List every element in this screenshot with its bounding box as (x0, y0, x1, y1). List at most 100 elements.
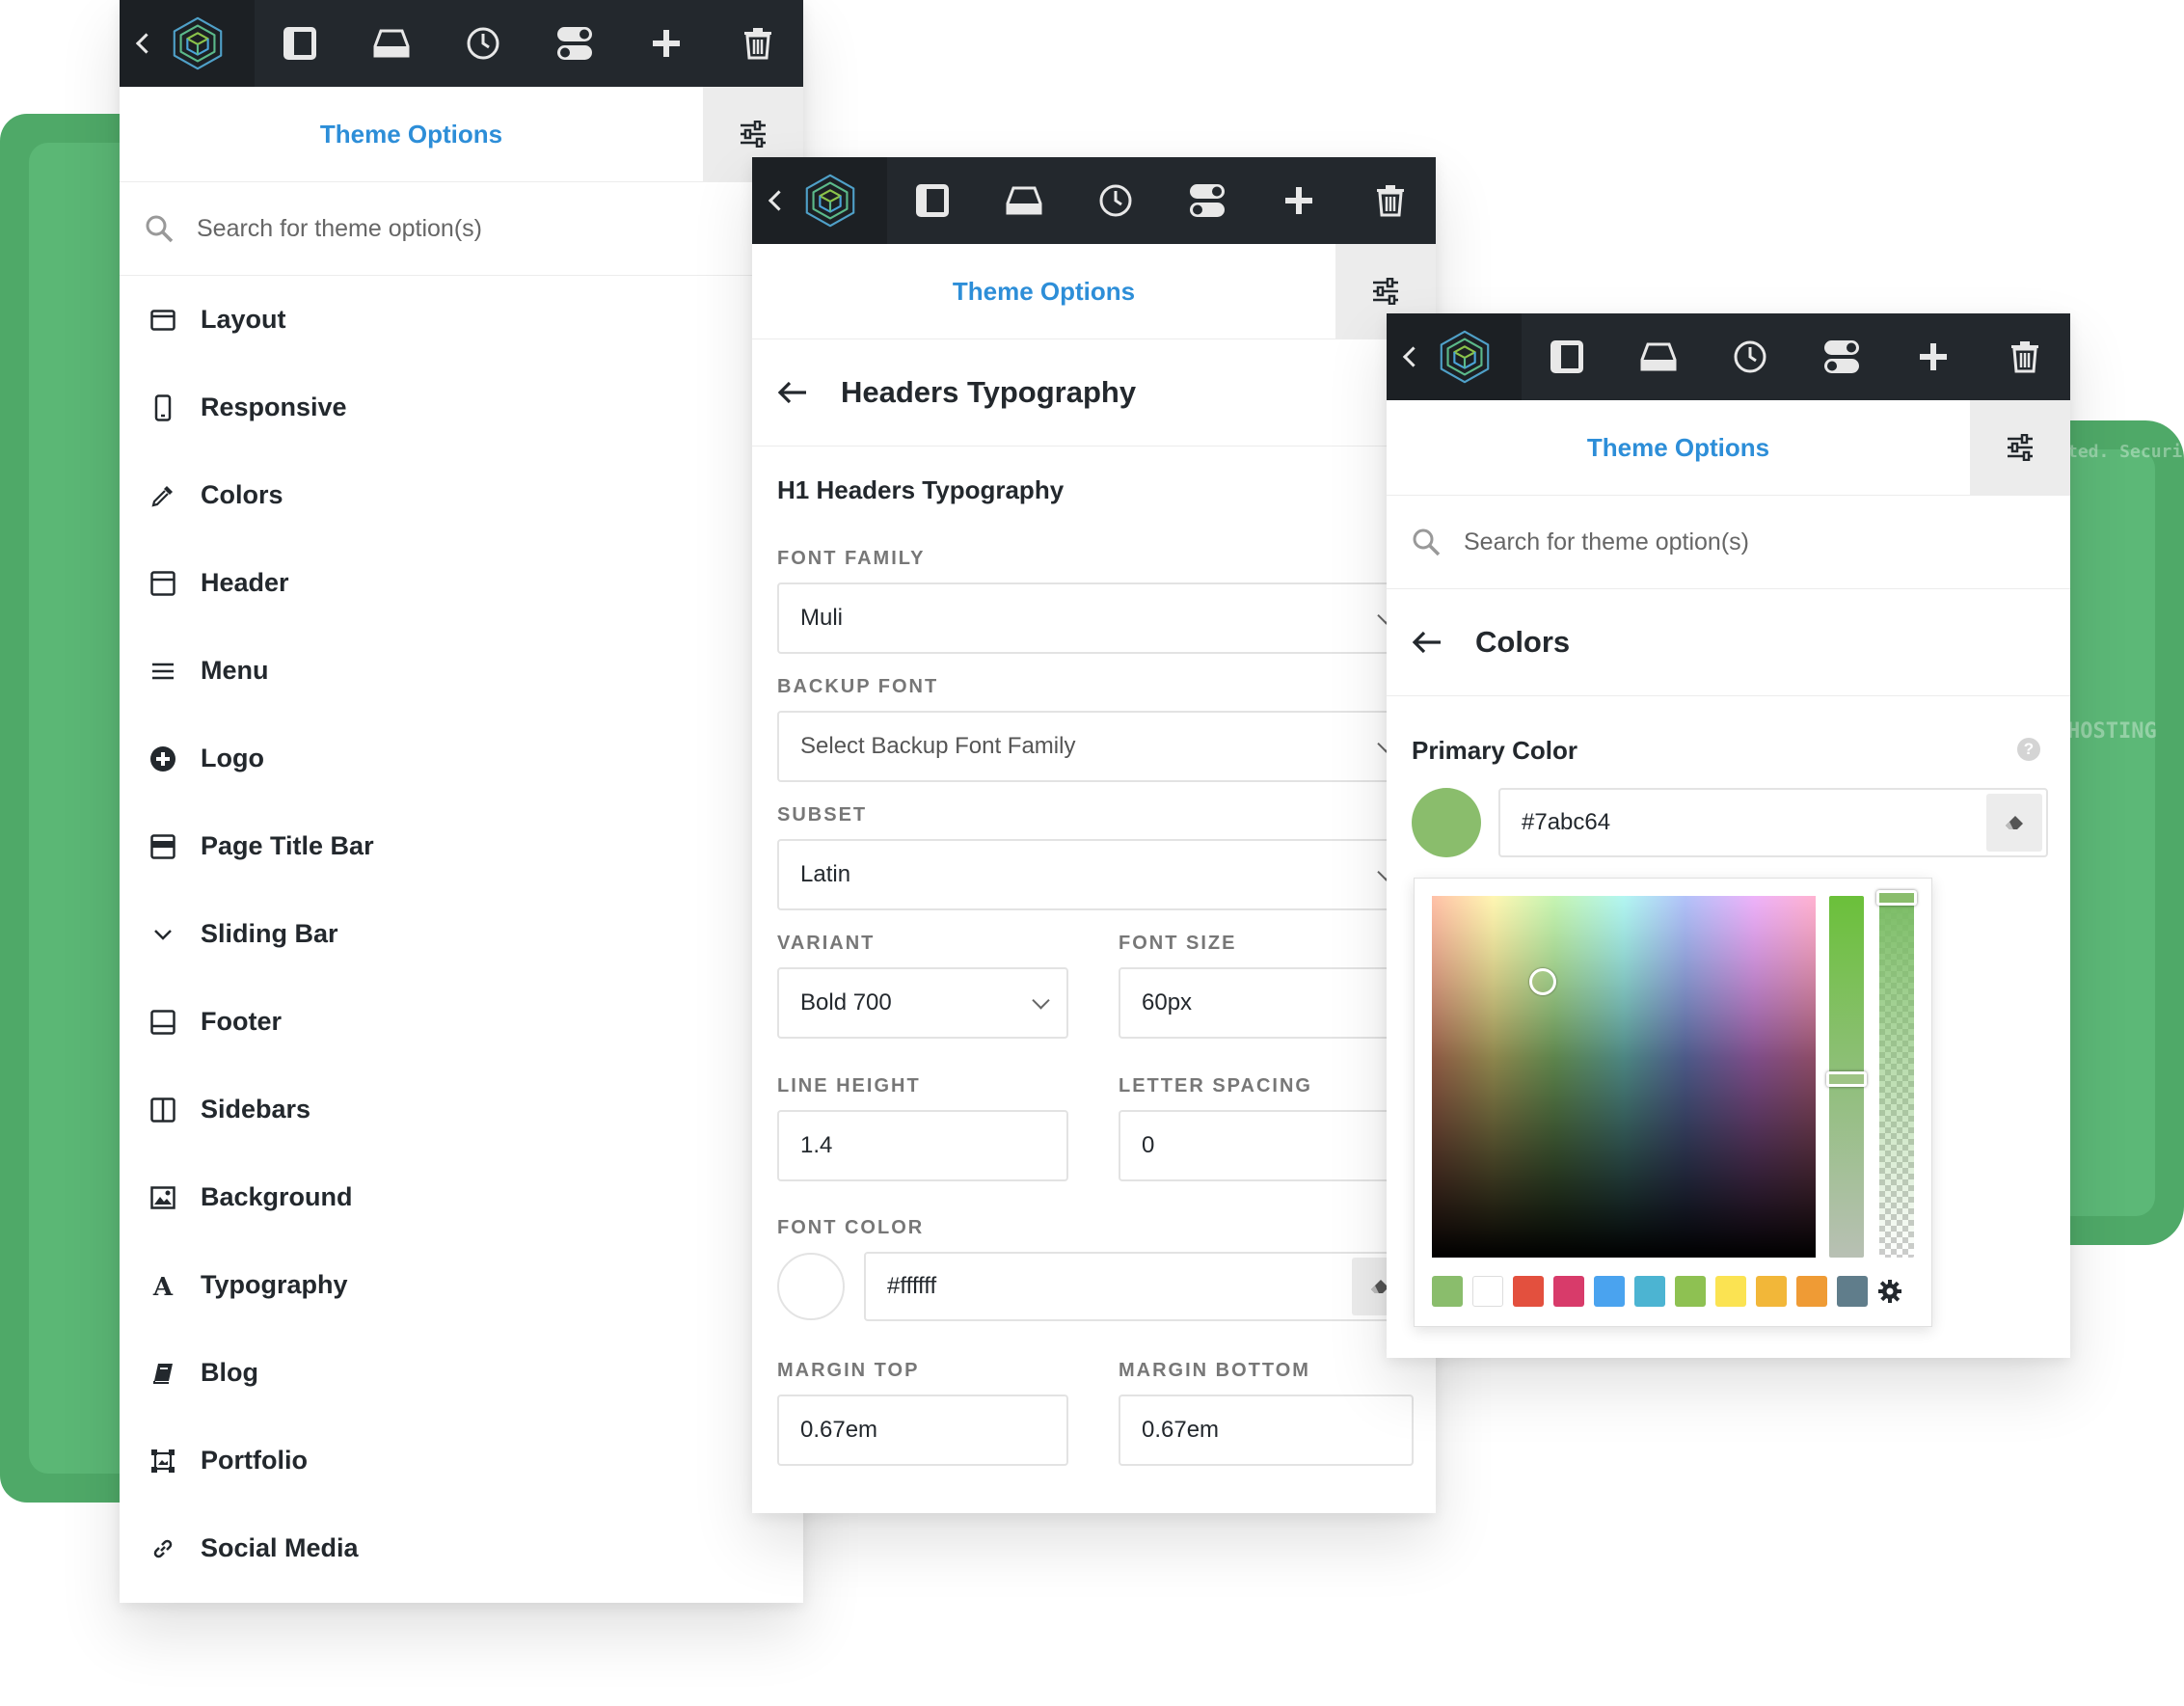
sidebar-item-logo[interactable]: Logo (120, 715, 803, 802)
trash-icon[interactable] (737, 22, 779, 65)
field-label: FONT FAMILY (777, 548, 926, 569)
palette-swatch[interactable] (1553, 1276, 1584, 1307)
back-button[interactable] (1387, 313, 1522, 400)
input-value: #ffffff (887, 1273, 937, 1299)
subset-select[interactable]: Latin (777, 839, 1414, 910)
sidebar-item-colors[interactable]: Colors (120, 451, 803, 539)
sidebar-item-typography[interactable]: A Typography (120, 1241, 803, 1329)
variant-select[interactable]: Bold 700 (777, 967, 1068, 1039)
background-text: HOSTING (2067, 719, 2157, 744)
palette-swatch[interactable] (1472, 1276, 1503, 1307)
toggles-icon[interactable] (1186, 179, 1228, 222)
alpha-slider[interactable] (1879, 896, 1914, 1258)
arrow-left-icon (777, 381, 806, 404)
trash-icon[interactable] (1369, 179, 1412, 222)
menu-item-label: Layout (201, 305, 286, 334)
menu-item-label: Typography (201, 1270, 348, 1299)
panel-title: Theme Options (1586, 432, 1770, 462)
input-value: 0 (1142, 1132, 1155, 1158)
clock-icon[interactable] (1094, 179, 1137, 222)
font-color-swatch[interactable] (777, 1253, 845, 1320)
help-icon[interactable]: ? (2017, 738, 2040, 761)
sidebar-item-page-title-bar[interactable]: Page Title Bar (120, 802, 803, 890)
toggles-icon[interactable] (553, 22, 596, 65)
sidebar-item-responsive[interactable]: Responsive (120, 364, 803, 451)
field-label: LINE HEIGHT (777, 1075, 921, 1097)
backup-font-select[interactable]: Select Backup Font Family (777, 711, 1414, 782)
alpha-handle[interactable] (1876, 890, 1917, 906)
plus-icon[interactable] (1912, 336, 1955, 378)
margin-top-input[interactable]: 0.67em (777, 1395, 1068, 1466)
panel-header: Theme Options (1387, 400, 2070, 496)
palette-swatch[interactable] (1432, 1276, 1463, 1307)
font-size-input[interactable]: 60px (1119, 967, 1414, 1039)
search-input[interactable] (1462, 527, 1832, 557)
line-height-input[interactable]: 1.4 (777, 1110, 1068, 1181)
margin-bottom-input[interactable]: 0.67em (1119, 1395, 1414, 1466)
chevron-left-icon (1402, 346, 1424, 367)
clear-color-button[interactable] (1986, 794, 2042, 852)
sidebar-item-footer[interactable]: Footer (120, 978, 803, 1066)
chevron-left-icon (768, 190, 790, 211)
saturation-area[interactable] (1432, 896, 1816, 1258)
sliders-icon (741, 121, 766, 148)
primary-color-swatch[interactable] (1412, 788, 1481, 857)
palette-swatch[interactable] (1756, 1276, 1787, 1307)
menu-item-label: Sidebars (201, 1095, 311, 1124)
sidebar-item-sliding-bar[interactable]: Sliding Bar (120, 890, 803, 978)
search-input[interactable] (195, 213, 565, 244)
field-label: LETTER SPACING (1119, 1075, 1312, 1097)
drive-icon[interactable] (1637, 336, 1680, 378)
back-button[interactable] (120, 0, 255, 87)
plus-icon[interactable] (645, 22, 688, 65)
sidebar-item-background[interactable]: Background (120, 1153, 803, 1241)
book-icon (148, 1359, 177, 1388)
drive-icon[interactable] (1003, 179, 1045, 222)
palette-swatch[interactable] (1634, 1276, 1665, 1307)
letter-a-icon: A (148, 1271, 177, 1300)
section-back-row[interactable]: Colors (1387, 589, 2070, 696)
sidebar-icon[interactable] (279, 22, 321, 65)
clock-icon[interactable] (1729, 336, 1771, 378)
plus-icon[interactable] (1278, 179, 1320, 222)
toggles-icon[interactable] (1820, 336, 1863, 378)
sidebar-icon[interactable] (911, 179, 954, 222)
trash-icon[interactable] (2004, 336, 2046, 378)
search-icon (1413, 528, 1441, 556)
sidebar-icon[interactable] (1546, 336, 1588, 378)
avada-cube-logo (805, 174, 855, 228)
sidebar-item-header[interactable]: Header (120, 539, 803, 627)
clock-icon[interactable] (462, 22, 504, 65)
sliders-icon (2008, 434, 2033, 461)
saturation-handle[interactable] (1529, 968, 1556, 995)
hue-handle[interactable] (1826, 1071, 1867, 1087)
field-label: VARIANT (777, 933, 876, 954)
page-title: Headers Typography (841, 375, 1137, 409)
filter-button[interactable] (1970, 400, 2070, 495)
back-button[interactable] (752, 157, 887, 244)
sidebar-item-menu[interactable]: Menu (120, 627, 803, 715)
footer-icon (148, 1008, 177, 1037)
drive-icon[interactable] (370, 22, 413, 65)
palette-swatch[interactable] (1715, 1276, 1746, 1307)
search-bar (1387, 496, 2070, 589)
color-palette (1432, 1276, 1902, 1307)
palette-swatch[interactable] (1796, 1276, 1827, 1307)
title-bar-icon (148, 832, 177, 861)
section-back-row[interactable]: Headers Typography (752, 339, 1436, 447)
font-family-select[interactable]: Muli (777, 582, 1414, 654)
primary-color-input[interactable]: #7abc64 (1498, 788, 2048, 857)
sidebar-item-sidebars[interactable]: Sidebars (120, 1066, 803, 1153)
sidebar-item-social-media[interactable]: Social Media (120, 1504, 803, 1592)
sidebar-item-layout[interactable]: Layout (120, 276, 803, 364)
gear-icon[interactable] (1877, 1279, 1902, 1304)
sidebar-item-blog[interactable]: Blog (120, 1329, 803, 1417)
palette-swatch[interactable] (1675, 1276, 1706, 1307)
sidebar-item-portfolio[interactable]: Portfolio (120, 1417, 803, 1504)
font-color-input[interactable]: #ffffff (864, 1252, 1414, 1321)
menu-item-label: Social Media (201, 1533, 359, 1562)
palette-swatch[interactable] (1594, 1276, 1625, 1307)
palette-swatch[interactable] (1837, 1276, 1868, 1307)
palette-swatch[interactable] (1513, 1276, 1544, 1307)
letter-spacing-input[interactable]: 0 (1119, 1110, 1414, 1181)
